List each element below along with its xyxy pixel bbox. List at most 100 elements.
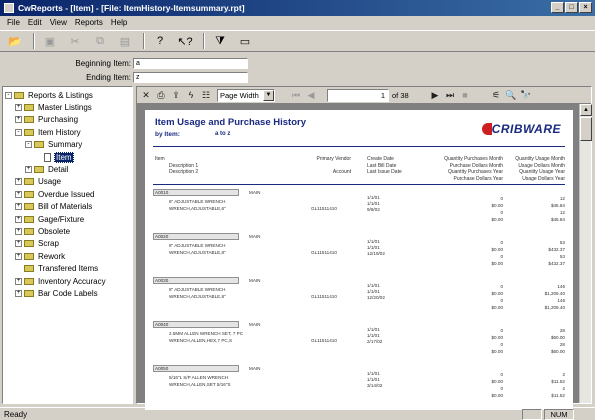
divider [153,146,565,147]
group-tree-icon[interactable]: ⚟ [489,88,503,102]
paste-icon[interactable]: ▤ [114,32,136,50]
expand-icon[interactable]: + [15,190,22,198]
usage-value: $60.00 [550,349,565,354]
last-issue-date: 12/19/02 [367,251,385,256]
last-issue-date: 9/8/02 [367,207,380,212]
toggle-tree-icon[interactable]: ☷ [199,88,213,102]
tree-item[interactable]: + Master Listings [3,101,132,113]
expand-icon[interactable]: + [15,227,22,235]
beginning-item-label: Beginning Item: [75,58,131,68]
restore-button[interactable]: □ [565,2,578,13]
description-2: WRENCH,ALLEN,HEX,7 PC,S [169,338,233,343]
expand-icon[interactable]: + [25,166,32,174]
folder-icon [24,227,34,235]
report-row: A0020 MAIN 1/1/01 1/1/01 12/19/02 8" ADJUSTAB… [153,233,565,277]
ending-item-input[interactable]: z [133,71,248,83]
tree-item-label: Master Listings [38,103,92,113]
expand-icon[interactable]: + [15,104,22,112]
menu-file[interactable]: File [3,18,24,27]
collapse-icon[interactable]: - [25,141,32,149]
tree-item[interactable]: + Rework [3,250,132,262]
scroll-up-icon[interactable]: ▲ [580,104,592,116]
expand-icon[interactable]: + [15,116,22,124]
chevron-down-icon[interactable]: ▼ [263,89,274,101]
last-bill-date: 1/1/01 [367,377,380,382]
tree-item[interactable]: + Obsolete [3,225,132,237]
expand-icon[interactable]: + [15,240,22,248]
menu-view[interactable]: View [46,18,71,27]
tree-item[interactable]: + Bar Code Labels [3,287,132,299]
expand-icon[interactable]: + [15,215,22,223]
header-usage: Quantity Usage Month Usage Dollars Month… [515,156,565,182]
scroll-thumb[interactable] [580,117,592,141]
preview-icon[interactable]: ▭ [234,32,256,50]
purchase-value: 0 [500,240,503,245]
zoom-icon[interactable]: 🔍 [504,88,518,102]
prev-page-icon[interactable]: ◀ [304,88,318,102]
export-icon[interactable]: ⇪ [169,88,183,102]
usage-value: 146 [557,284,565,289]
tree-item[interactable]: + Scrap [3,238,132,250]
tree-item[interactable]: - Summary [3,139,132,151]
page-number-input[interactable]: 1 [327,88,389,102]
menu-help[interactable]: Help [107,18,131,27]
tree-spacer [15,265,22,273]
copy-icon[interactable]: ⧉ [89,32,111,50]
expand-icon[interactable]: + [15,252,22,260]
tree-item[interactable]: + Detail [3,163,132,175]
filter-icon[interactable]: ⧩ [209,32,231,50]
description-1: 6" ADJUSTABLE WRENCH [169,199,226,204]
toolbar-separator [203,33,205,49]
toolbar-separator [33,33,35,49]
collapse-icon[interactable]: - [5,91,12,99]
expand-icon[interactable]: + [15,277,22,285]
folder-icon [24,203,34,211]
open-folder-icon[interactable]: 📂 [4,32,26,50]
cribware-logo: CRIBWARE [481,122,561,136]
tree-item[interactable]: - Reports & Listings [3,89,132,101]
cut-icon[interactable]: ✂ [64,32,86,50]
close-button[interactable]: × [579,2,592,13]
expand-icon[interactable]: + [15,178,22,186]
tree-item[interactable]: Item [3,151,132,163]
next-page-icon[interactable]: ▶ [428,88,442,102]
help-icon[interactable]: ? [149,32,171,50]
lightning-icon[interactable]: ϟ [184,88,198,102]
first-page-icon[interactable]: ⏮ [289,88,303,102]
purchase-value: 0 [500,372,503,377]
window-title: CwReports - [Item] - [File: ItemHistory-… [18,3,245,13]
stop-icon[interactable]: ■ [458,88,472,102]
close-report-icon[interactable]: ✕ [139,88,153,102]
tree-item[interactable]: - Item History [3,126,132,138]
menu-reports[interactable]: Reports [71,18,107,27]
tree-item[interactable]: + Gage/Fixture [3,213,132,225]
purchase-value: $0.00 [491,393,504,398]
viewer-tools-left: ✕ ⎙ ⇪ ϟ ☷ [139,88,214,102]
save-icon[interactable]: ▣ [39,32,61,50]
print-icon[interactable]: ⎙ [154,88,168,102]
tree-item[interactable]: Transfered Items [3,262,132,274]
last-page-icon[interactable]: ⏭ [443,88,457,102]
menu-edit[interactable]: Edit [24,18,46,27]
tree-item[interactable]: + Overdue Issued [3,188,132,200]
context-help-icon[interactable]: ↖? [174,32,196,50]
tree-item-label: Detail [48,165,69,175]
collapse-icon[interactable]: - [15,128,22,136]
search-icon[interactable]: 🔭 [519,88,533,102]
expand-icon[interactable]: + [15,289,22,297]
purchase-value: 0 [500,196,503,201]
tree-item-label: Scrap [38,239,59,249]
tree-item[interactable]: + Bill of Materials [3,201,132,213]
beginning-item-input[interactable]: a [133,57,248,69]
report-by-label: by Item: [155,131,180,138]
vertical-scrollbar[interactable]: ▲ [579,104,592,403]
tree-item[interactable]: + Inventory Accuracy [3,275,132,287]
minimize-button[interactable]: _ [551,2,564,13]
app-icon[interactable] [4,3,14,13]
expand-icon[interactable]: + [15,203,22,211]
status-num: NUM [544,409,574,420]
zoom-select[interactable]: Page Width ▼ [217,88,275,102]
tree-item[interactable]: + Usage [3,176,132,188]
tree-item[interactable]: + Purchasing [3,114,132,126]
purchase-value: 0 [500,328,503,333]
